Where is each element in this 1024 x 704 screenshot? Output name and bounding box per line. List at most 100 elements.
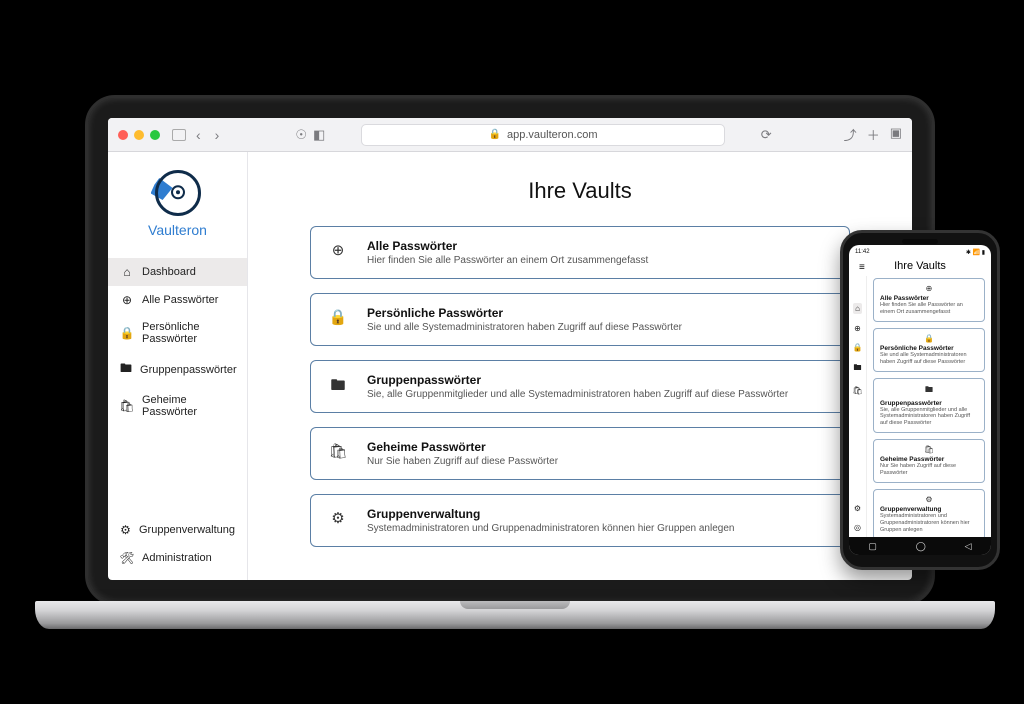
sidebar-item-label: Geheime Passwörter — [142, 394, 235, 418]
sidebar-item-lock[interactable]: 🔒 Persönliche Passwörter — [108, 314, 247, 352]
shield-icon[interactable]: ◧ — [313, 127, 325, 143]
phone-nav-bar: ▢ ◯ ◁ — [849, 537, 991, 555]
card-subtitle: Systemadministratoren und Gruppenadminis… — [367, 523, 734, 534]
close-window-icon[interactable] — [118, 130, 128, 140]
brand-logo-icon — [155, 170, 201, 216]
card-title: Persönliche Passwörter — [880, 345, 978, 352]
globe-icon: ⊕ — [327, 239, 349, 259]
url-text: app.vaulteron.com — [507, 129, 598, 141]
vault-card[interactable]: ⚙ Gruppenverwaltung Systemadministratoren … — [310, 494, 850, 547]
phone-rail-icon[interactable]: 🔒 — [853, 343, 863, 352]
card-subtitle: Sie und alle Systemadministratoren haben… — [367, 322, 682, 333]
phone-rail-icon[interactable]: 🛍 — [852, 386, 862, 395]
card-title: Geheime Passwörter — [880, 456, 978, 463]
card-title: Gruppenverwaltung — [367, 507, 734, 521]
tabs-icon[interactable]: ▣ — [890, 125, 902, 144]
lock-icon: 🔒 — [489, 129, 501, 140]
zoom-window-icon[interactable] — [150, 130, 160, 140]
laptop-frame: ‹ › ☉ ◧ 🔒 app.vaulteron.com ⟳ ⤴ ＋ ▣ — [85, 95, 935, 605]
phone-status-icons: ✱ 📶 ▮ — [966, 249, 985, 256]
phone-rail-icon[interactable]: ◎ — [854, 523, 861, 532]
share-icon[interactable]: ⤴ — [844, 125, 857, 144]
home-icon: ⌂ — [120, 265, 134, 279]
card-title: Persönliche Passwörter — [367, 306, 682, 320]
window-controls[interactable] — [118, 130, 160, 140]
phone-vault-card[interactable]: ⊕Alle PasswörterHier finden Sie alle Pas… — [873, 278, 985, 322]
card-icon: ⚙ — [880, 495, 978, 504]
card-subtitle: Nur Sie haben Zugriff auf diese Passwört… — [367, 456, 558, 467]
back-button[interactable]: ‹ — [192, 127, 205, 143]
vault-card[interactable]: ⊕Alle PasswörterHier finden Sie alle Pas… — [310, 226, 850, 279]
phone-nav-home-icon[interactable]: ◯ — [916, 541, 926, 552]
vault-card[interactable]: 🔒 Persönliche Passwörter Sie und alle Syst… — [310, 293, 850, 346]
phone-vault-card[interactable]: ⚙GruppenverwaltungSystemadministratoren … — [873, 489, 985, 537]
globe-icon: ⊕ — [120, 293, 134, 307]
phone-nav-back-icon[interactable]: ◁ — [965, 541, 972, 552]
phone-nav-recent-icon[interactable]: ▢ — [868, 541, 877, 552]
phone-vault-card[interactable]: 🔒 Persönliche PasswörterSie und alle Syst… — [873, 328, 985, 372]
lock-icon: 🔒 — [120, 326, 134, 340]
card-subtitle: Nur Sie haben Zugriff auf diese Passwört… — [880, 463, 978, 477]
card-subtitle: Systemadministratoren und Gruppenadminis… — [880, 513, 978, 534]
folder-icon: 🖿 — [327, 373, 349, 400]
sidebar-item-label: Alle Passwörter — [142, 294, 218, 306]
sidebar-item-org[interactable]: ⚙ Gruppenverwaltung — [108, 516, 247, 544]
lock-icon: 🔒 — [327, 306, 349, 326]
phone-frame: 11:42 ✱ 📶 ▮ ≡ Ihre Vaults ⌂⊕🔒🖿🛍⚙◎ ⊕Alle … — [840, 230, 1000, 570]
card-icon: 🖿 — [880, 384, 978, 398]
org-icon: ⚙ — [120, 523, 131, 537]
sidebar-item-globe[interactable]: ⊕ Alle Passwörter — [108, 286, 247, 314]
sidebar-item-folder[interactable]: 🖿 Gruppenpasswörter — [108, 352, 247, 387]
sidebar-toggle-icon[interactable] — [172, 129, 186, 141]
phone-rail-icon[interactable]: 🖿 — [854, 362, 862, 376]
card-icon: 🛍 — [880, 445, 978, 454]
phone-screen: 11:42 ✱ 📶 ▮ ≡ Ihre Vaults ⌂⊕🔒🖿🛍⚙◎ ⊕Alle … — [849, 245, 991, 555]
brand[interactable]: Vaulteron — [108, 152, 247, 258]
folder-icon: 🖿 — [120, 359, 132, 380]
app-root: Vaulteron ⌂Dashboard ⊕ Alle Passwörter 🔒 Per… — [108, 152, 912, 580]
sidebar-nav-top: ⌂Dashboard ⊕ Alle Passwörter 🔒 Persönliche P… — [108, 258, 247, 425]
sidebar-item-secret[interactable]: 🛍 Geheime Passwörter — [108, 387, 247, 425]
phone-sidebar-rail: ⌂ ⊕ 🔒 🖿 🛍 ⚙ ◎ — [849, 276, 867, 537]
card-title: Gruppenpasswörter — [367, 373, 788, 387]
phone-time: 11:42 — [855, 249, 870, 255]
phone-status-bar: 11:42 ✱ 📶 ▮ — [849, 245, 991, 259]
laptop-base — [35, 601, 995, 629]
sidebar-item-home[interactable]: ⌂Dashboard — [108, 258, 247, 286]
menu-icon[interactable]: ≡ — [859, 262, 865, 273]
phone-vault-card[interactable]: 🛍 Geheime PasswörterNur Sie haben Zugriff… — [873, 439, 985, 483]
sidebar-item-label: Gruppenverwaltung — [139, 524, 235, 536]
card-title: Alle Passwörter — [367, 239, 648, 253]
sidebar: Vaulteron ⌂Dashboard ⊕ Alle Passwörter 🔒 Per… — [108, 152, 248, 580]
forward-button[interactable]: › — [211, 127, 224, 143]
phone-rail-icon[interactable]: ⊕ — [854, 324, 861, 333]
card-title: Gruppenpasswörter — [880, 400, 978, 407]
card-icon: 🔒 — [880, 334, 978, 343]
privacy-icon[interactable]: ☉ — [295, 127, 307, 143]
sidebar-nav-bottom: ⚙ Gruppenverwaltung 🛠 Administration — [108, 516, 247, 580]
reload-icon[interactable]: ⟳ — [761, 127, 772, 143]
minimize-window-icon[interactable] — [134, 130, 144, 140]
card-title: Alle Passwörter — [880, 295, 978, 302]
browser-chrome: ‹ › ☉ ◧ 🔒 app.vaulteron.com ⟳ ⤴ ＋ ▣ — [108, 118, 912, 152]
new-tab-icon[interactable]: ＋ — [867, 125, 880, 144]
admin-icon: 🛠 — [120, 551, 134, 565]
secret-icon: 🛍 — [327, 440, 349, 460]
secret-icon: 🛍 — [120, 399, 134, 413]
address-bar[interactable]: 🔒 app.vaulteron.com — [361, 124, 724, 146]
vault-card[interactable]: 🖿GruppenpasswörterSie, alle Gruppenmitgl… — [310, 360, 850, 413]
phone-vault-card[interactable]: 🖿GruppenpasswörterSie, alle Gruppenmitgl… — [873, 378, 985, 434]
sidebar-item-label: Persönliche Passwörter — [142, 321, 235, 345]
vault-card[interactable]: 🛍Geheime PasswörterNur Sie haben Zugriff… — [310, 427, 850, 480]
sidebar-item-label: Gruppenpasswörter — [140, 364, 237, 376]
phone-rail-icon[interactable]: ⌂ — [853, 303, 862, 314]
vault-card-list: ⊕Alle PasswörterHier finden Sie alle Pas… — [272, 226, 888, 547]
org-icon: ⚙ — [327, 507, 349, 527]
phone-rail-icon[interactable]: ⚙ — [854, 504, 861, 513]
brand-name: Vaulteron — [148, 222, 207, 238]
sidebar-item-label: Administration — [142, 552, 212, 564]
sidebar-item-admin[interactable]: 🛠 Administration — [108, 544, 247, 572]
card-subtitle: Hier finden Sie alle Passwörter an einem… — [880, 302, 978, 316]
phone-card-list: ⊕Alle PasswörterHier finden Sie alle Pas… — [867, 276, 991, 537]
card-subtitle: Sie und alle Systemadministratoren haben… — [880, 352, 978, 366]
